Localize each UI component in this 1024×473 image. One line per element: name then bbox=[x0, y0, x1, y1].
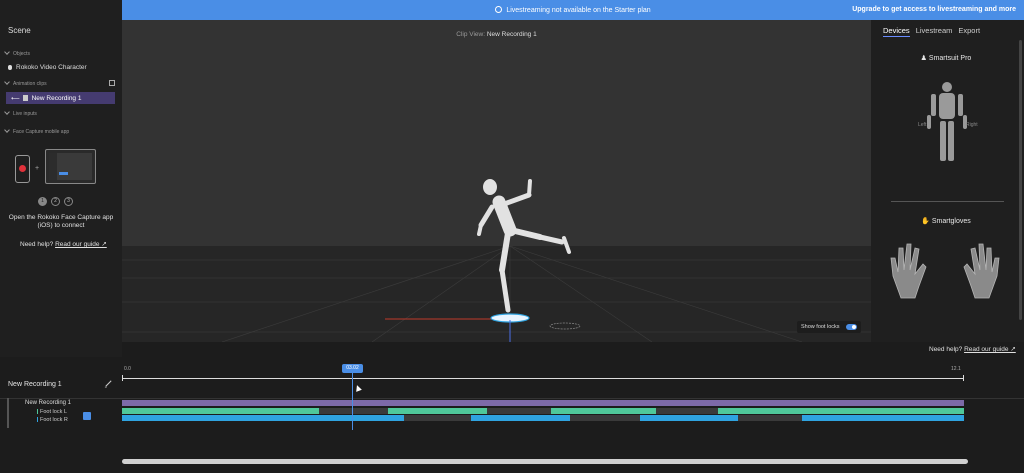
playhead-line[interactable] bbox=[352, 373, 353, 430]
clip-item-selected[interactable]: ⟵ New Recording 1 bbox=[6, 92, 115, 104]
live-inputs-toggle[interactable]: Live inputs bbox=[4, 109, 37, 117]
smartsuit-title: ♟ Smartsuit Pro bbox=[920, 55, 972, 62]
timeline-recording-name: New Recording 1 bbox=[8, 381, 62, 388]
foot-lock-r-segment[interactable] bbox=[471, 415, 570, 421]
chevron-down-icon bbox=[4, 49, 10, 55]
timeline-scrollbar[interactable] bbox=[122, 459, 968, 464]
smartgloves-title: ✋ Smartgloves bbox=[921, 218, 971, 225]
livestream-banner: Livestreaming not available on the Start… bbox=[122, 0, 1024, 20]
tab-livestream[interactable]: Livestream bbox=[916, 26, 953, 37]
foot-lock-l-segment[interactable] bbox=[718, 408, 964, 414]
devices-help-text: Need help? Read our guide ↗ bbox=[929, 346, 1016, 353]
guide-link[interactable]: Read our guide ↗ bbox=[55, 241, 107, 248]
chevron-down-icon bbox=[4, 79, 10, 85]
plus-icon: + bbox=[35, 165, 40, 172]
playhead-time[interactable]: 03.02 bbox=[342, 364, 363, 373]
mannequin-figure[interactable] bbox=[477, 179, 571, 313]
laptop-icon bbox=[45, 149, 96, 184]
clip-view-label: Clip View: New Recording 1 bbox=[456, 31, 537, 38]
foot-locks-toggle[interactable] bbox=[846, 324, 857, 330]
add-clip-icon[interactable] bbox=[109, 80, 115, 86]
foot-lock-l-gap bbox=[319, 408, 388, 414]
right-tabs: Devices Livestream Export bbox=[883, 26, 980, 37]
clips-section-toggle[interactable]: Animation clips bbox=[4, 79, 47, 87]
timeline-ruler[interactable] bbox=[122, 378, 964, 379]
foot-lock-l-segment[interactable] bbox=[551, 408, 656, 414]
foot-lock-r-gap bbox=[738, 415, 802, 421]
chevron-down-icon bbox=[4, 127, 10, 133]
rokoko-studio-window: Livestreaming not available on the Start… bbox=[0, 0, 1024, 473]
step-3[interactable]: 3 bbox=[64, 197, 73, 206]
devices-panel: Devices Livestream Export ♟ Smartsuit Pr… bbox=[871, 20, 1024, 342]
foot-lock-l-gap bbox=[487, 408, 551, 414]
phone-icon bbox=[15, 155, 30, 183]
foot-lock-l-segment[interactable] bbox=[388, 408, 487, 414]
smartgloves-diagram bbox=[890, 243, 1000, 299]
scene-title: Scene bbox=[8, 26, 31, 35]
foot-lock-r-gap bbox=[404, 415, 471, 421]
timeline-panel: New Recording 1 0.0 12.1 New Recording 1… bbox=[0, 357, 1024, 473]
timeline-end-time: 12.1 bbox=[951, 366, 961, 372]
globe-icon bbox=[495, 6, 503, 13]
foot-lock-l-gap bbox=[656, 408, 718, 414]
foot-lock-r-segment[interactable] bbox=[122, 415, 404, 421]
track-divider bbox=[0, 398, 1024, 399]
floor-grid bbox=[122, 245, 871, 342]
record-icon bbox=[19, 165, 26, 172]
section-divider bbox=[891, 201, 1004, 202]
step-2[interactable]: 2 bbox=[51, 197, 60, 206]
foot-lock-r-segment[interactable] bbox=[802, 415, 964, 421]
arrow-left-icon: ⟵ bbox=[11, 96, 20, 102]
clip-icon bbox=[22, 95, 28, 101]
left-label: Left bbox=[918, 122, 927, 128]
scene-panel: Scene Objects Rokoko Video Character Ani… bbox=[0, 0, 122, 366]
scene-render bbox=[122, 179, 871, 342]
pencil-icon[interactable] bbox=[104, 379, 113, 388]
tab-devices[interactable]: Devices bbox=[883, 26, 910, 37]
face-capture-toggle[interactable]: Face Capture mobile app bbox=[4, 127, 69, 135]
foot-marker-ring bbox=[549, 322, 581, 330]
anchor-icon[interactable] bbox=[83, 412, 91, 420]
timeline-end-tick bbox=[963, 375, 964, 381]
objects-section-toggle[interactable]: Objects bbox=[4, 49, 30, 57]
step-indicator: 1 2 3 bbox=[38, 197, 73, 206]
show-foot-locks-control: Show foot locks bbox=[797, 321, 861, 333]
suit-icon: ♟ bbox=[920, 55, 927, 62]
face-capture-instructions: Open the Rokoko Face Capture app (iOS) t… bbox=[8, 214, 114, 229]
mouse-cursor-icon bbox=[354, 384, 362, 392]
devices-guide-link[interactable]: Read our guide ↗ bbox=[964, 346, 1016, 353]
timeline-start-time: 0.0 bbox=[124, 366, 131, 372]
track-name: New Recording 1 bbox=[25, 400, 72, 406]
tab-export[interactable]: Export bbox=[958, 26, 980, 37]
help-text: Need help? Read our guide ↗ bbox=[20, 241, 107, 248]
timeline-start-tick bbox=[122, 375, 123, 381]
3d-viewport[interactable]: Clip View: New Recording 1 Show foot loc… bbox=[122, 20, 871, 342]
upgrade-link[interactable]: Upgrade to get access to livestreaming a… bbox=[852, 6, 1016, 13]
foot-lock-r-gap bbox=[570, 415, 640, 421]
recording-track-bar[interactable] bbox=[122, 400, 964, 406]
foot-lock-l-label: Foot lock L bbox=[37, 409, 67, 415]
chevron-down-icon bbox=[4, 109, 10, 115]
foot-lock-r-segment[interactable] bbox=[640, 415, 738, 421]
step-1[interactable]: 1 bbox=[38, 197, 47, 206]
foot-lock-r-label: Foot lock R bbox=[37, 417, 68, 423]
gloves-icon: ✋ bbox=[921, 218, 930, 225]
foot-lock-l-segment[interactable] bbox=[122, 408, 319, 414]
character-icon bbox=[8, 65, 12, 70]
track-label-group: New Recording 1 Foot lock L Foot lock R bbox=[7, 398, 122, 428]
object-item-character[interactable]: Rokoko Video Character bbox=[8, 64, 87, 71]
right-label: Right bbox=[966, 122, 978, 128]
